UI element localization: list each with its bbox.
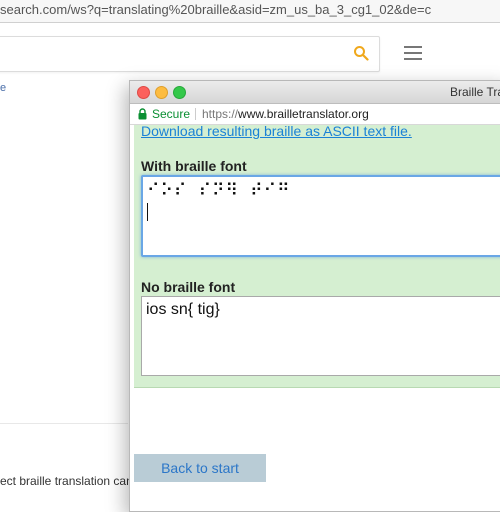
- address-separator: [195, 108, 196, 120]
- braille-output-text: ⠊⠕⠎ ⠎⠝⠻ ⠞⠊⠛: [147, 181, 291, 201]
- close-button[interactable]: [137, 86, 150, 99]
- window-titlebar[interactable]: Braille Tra: [130, 81, 500, 104]
- background-url-text: search.com/ws?q=translating%20braille&as…: [0, 2, 432, 17]
- text-caret: [147, 203, 148, 221]
- download-ascii-link[interactable]: Download resulting braille as ASCII text…: [141, 123, 412, 139]
- search-icon[interactable]: [353, 45, 369, 61]
- menu-icon[interactable]: [404, 46, 422, 60]
- background-search-box[interactable]: [0, 36, 380, 72]
- braille-font-label: With braille font: [141, 158, 247, 174]
- no-braille-font-label: No braille font: [141, 279, 236, 295]
- background-divider: [0, 423, 128, 424]
- ascii-output-text: ios sn{ tig}: [146, 301, 220, 318]
- background-snippet: ect braille translation can c: [0, 474, 130, 488]
- address-bar[interactable]: Secure https://www.brailletranslator.org: [130, 104, 500, 125]
- window-title: Braille Tra: [450, 85, 500, 99]
- maximize-button[interactable]: [173, 86, 186, 99]
- result-panel: Download resulting braille as ASCII text…: [134, 123, 500, 388]
- secure-label: Secure: [152, 107, 191, 121]
- url-host: www.brailletranslator.org: [238, 107, 369, 121]
- braille-translator-window: Braille Tra Secure https://www.brailletr…: [129, 80, 500, 512]
- background-url-bar[interactable]: search.com/ws?q=translating%20braille&as…: [0, 0, 500, 23]
- back-to-start-button[interactable]: Back to start: [134, 454, 266, 482]
- braille-output-textarea[interactable]: ⠊⠕⠎ ⠎⠝⠻ ⠞⠊⠛: [141, 175, 500, 257]
- background-text-fragment: e: [0, 82, 7, 94]
- url-scheme: https://: [202, 107, 239, 121]
- lock-icon: [138, 108, 147, 120]
- minimize-button[interactable]: [155, 86, 168, 99]
- ascii-output-textarea[interactable]: ios sn{ tig}: [141, 296, 500, 376]
- address-url[interactable]: https://www.brailletranslator.org: [202, 104, 369, 124]
